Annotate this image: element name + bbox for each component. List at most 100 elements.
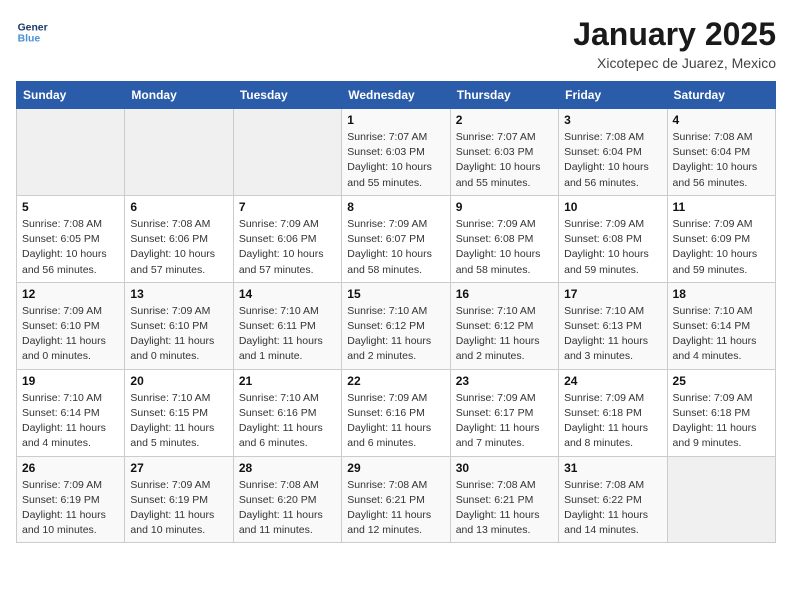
calendar-week-row: 26 Sunrise: 7:09 AM Sunset: 6:19 PM Dayli…: [17, 456, 776, 543]
calendar-cell: 20Sunrise: 7:10 AM Sunset: 6:15 PM Dayli…: [125, 369, 233, 456]
calendar-cell: 11 Sunrise: 7:09 AM Sunset: 6:09 PM Dayli…: [667, 195, 775, 282]
day-number: 22: [347, 374, 444, 388]
calendar-cell: 24Sunrise: 7:09 AM Sunset: 6:18 PM Dayli…: [559, 369, 667, 456]
calendar-week-row: 5 Sunrise: 7:08 AM Sunset: 6:05 PM Daylig…: [17, 195, 776, 282]
calendar-cell: 14 Sunrise: 7:10 AM Sunset: 6:11 PM Dayli…: [233, 282, 341, 369]
calendar-cell: 21 Sunrise: 7:10 AM Sunset: 6:16 PM Dayli…: [233, 369, 341, 456]
day-number: 4: [673, 113, 770, 127]
weekday-header: Tuesday: [233, 82, 341, 109]
day-number: 12: [22, 287, 119, 301]
day-number: 1: [347, 113, 444, 127]
day-info: Sunrise: 7:08 AM Sunset: 6:21 PM Dayligh…: [347, 478, 444, 539]
day-info: Sunrise: 7:08 AM Sunset: 6:20 PM Dayligh…: [239, 478, 336, 539]
calendar-cell: 6Sunrise: 7:08 AM Sunset: 6:06 PM Daylig…: [125, 195, 233, 282]
calendar-cell: 25Sunrise: 7:09 AM Sunset: 6:18 PM Dayli…: [667, 369, 775, 456]
day-number: 16: [456, 287, 553, 301]
calendar-cell: 29 Sunrise: 7:08 AM Sunset: 6:21 PM Dayli…: [342, 456, 450, 543]
day-info: Sunrise: 7:07 AM Sunset: 6:03 PM Dayligh…: [347, 130, 444, 191]
weekday-header: Sunday: [17, 82, 125, 109]
calendar-cell: 15 Sunrise: 7:10 AM Sunset: 6:12 PM Dayli…: [342, 282, 450, 369]
calendar-cell: 22 Sunrise: 7:09 AM Sunset: 6:16 PM Dayli…: [342, 369, 450, 456]
day-info: Sunrise: 7:08 AM Sunset: 6:04 PM Dayligh…: [564, 130, 661, 191]
calendar-week-row: 12 Sunrise: 7:09 AM Sunset: 6:10 PM Dayli…: [17, 282, 776, 369]
calendar-cell: 26 Sunrise: 7:09 AM Sunset: 6:19 PM Dayli…: [17, 456, 125, 543]
calendar-cell: 9Sunrise: 7:09 AM Sunset: 6:08 PM Daylig…: [450, 195, 558, 282]
day-number: 10: [564, 200, 661, 214]
day-number: 3: [564, 113, 661, 127]
day-info: Sunrise: 7:07 AM Sunset: 6:03 PM Dayligh…: [456, 130, 553, 191]
day-number: 31: [564, 461, 661, 475]
day-number: 5: [22, 200, 119, 214]
day-info: Sunrise: 7:10 AM Sunset: 6:16 PM Dayligh…: [239, 391, 336, 452]
day-info: Sunrise: 7:10 AM Sunset: 6:11 PM Dayligh…: [239, 304, 336, 365]
calendar-cell: 16Sunrise: 7:10 AM Sunset: 6:12 PM Dayli…: [450, 282, 558, 369]
weekday-header: Thursday: [450, 82, 558, 109]
day-info: Sunrise: 7:09 AM Sunset: 6:16 PM Dayligh…: [347, 391, 444, 452]
day-info: Sunrise: 7:10 AM Sunset: 6:13 PM Dayligh…: [564, 304, 661, 365]
day-number: 8: [347, 200, 444, 214]
calendar-cell: 18 Sunrise: 7:10 AM Sunset: 6:14 PM Dayli…: [667, 282, 775, 369]
weekday-header: Wednesday: [342, 82, 450, 109]
day-number: 6: [130, 200, 227, 214]
day-number: 15: [347, 287, 444, 301]
calendar-cell: 30 Sunrise: 7:08 AM Sunset: 6:21 PM Dayli…: [450, 456, 558, 543]
calendar-cell: 12 Sunrise: 7:09 AM Sunset: 6:10 PM Dayli…: [17, 282, 125, 369]
day-info: Sunrise: 7:09 AM Sunset: 6:17 PM Dayligh…: [456, 391, 553, 452]
day-info: Sunrise: 7:08 AM Sunset: 6:05 PM Dayligh…: [22, 217, 119, 278]
day-number: 11: [673, 200, 770, 214]
day-number: 30: [456, 461, 553, 475]
calendar-table: SundayMondayTuesdayWednesdayThursdayFrid…: [16, 81, 776, 543]
day-number: 23: [456, 374, 553, 388]
day-number: 25: [673, 374, 770, 388]
day-info: Sunrise: 7:10 AM Sunset: 6:12 PM Dayligh…: [347, 304, 444, 365]
calendar-cell: 4 Sunrise: 7:08 AM Sunset: 6:04 PM Daylig…: [667, 109, 775, 196]
day-number: 18: [673, 287, 770, 301]
day-info: Sunrise: 7:08 AM Sunset: 6:04 PM Dayligh…: [673, 130, 770, 191]
day-info: Sunrise: 7:08 AM Sunset: 6:22 PM Dayligh…: [564, 478, 661, 539]
day-number: 19: [22, 374, 119, 388]
calendar-title: January 2025: [573, 16, 776, 53]
day-number: 27: [130, 461, 227, 475]
day-info: Sunrise: 7:09 AM Sunset: 6:09 PM Dayligh…: [673, 217, 770, 278]
calendar-cell: [17, 109, 125, 196]
calendar-cell: 31 Sunrise: 7:08 AM Sunset: 6:22 PM Dayli…: [559, 456, 667, 543]
day-info: Sunrise: 7:09 AM Sunset: 6:07 PM Dayligh…: [347, 217, 444, 278]
calendar-cell: [667, 456, 775, 543]
weekday-header: Saturday: [667, 82, 775, 109]
calendar-cell: 19Sunrise: 7:10 AM Sunset: 6:14 PM Dayli…: [17, 369, 125, 456]
calendar-cell: 27 Sunrise: 7:09 AM Sunset: 6:19 PM Dayli…: [125, 456, 233, 543]
day-number: 24: [564, 374, 661, 388]
weekday-header: Friday: [559, 82, 667, 109]
calendar-cell: 8 Sunrise: 7:09 AM Sunset: 6:07 PM Daylig…: [342, 195, 450, 282]
day-info: Sunrise: 7:09 AM Sunset: 6:10 PM Dayligh…: [22, 304, 119, 365]
calendar-cell: 23 Sunrise: 7:09 AM Sunset: 6:17 PM Dayli…: [450, 369, 558, 456]
svg-text:General: General: [18, 22, 48, 33]
day-number: 17: [564, 287, 661, 301]
day-info: Sunrise: 7:09 AM Sunset: 6:06 PM Dayligh…: [239, 217, 336, 278]
calendar-week-row: 19Sunrise: 7:10 AM Sunset: 6:14 PM Dayli…: [17, 369, 776, 456]
day-info: Sunrise: 7:09 AM Sunset: 6:10 PM Dayligh…: [130, 304, 227, 365]
svg-text:Blue: Blue: [18, 34, 41, 45]
day-info: Sunrise: 7:08 AM Sunset: 6:21 PM Dayligh…: [456, 478, 553, 539]
calendar-cell: 7 Sunrise: 7:09 AM Sunset: 6:06 PM Daylig…: [233, 195, 341, 282]
calendar-cell: 1 Sunrise: 7:07 AM Sunset: 6:03 PM Daylig…: [342, 109, 450, 196]
day-number: 28: [239, 461, 336, 475]
day-info: Sunrise: 7:09 AM Sunset: 6:19 PM Dayligh…: [130, 478, 227, 539]
day-info: Sunrise: 7:10 AM Sunset: 6:14 PM Dayligh…: [673, 304, 770, 365]
day-number: 14: [239, 287, 336, 301]
calendar-cell: 10 Sunrise: 7:09 AM Sunset: 6:08 PM Dayli…: [559, 195, 667, 282]
weekday-header: Monday: [125, 82, 233, 109]
day-number: 7: [239, 200, 336, 214]
day-number: 29: [347, 461, 444, 475]
calendar-cell: 2 Sunrise: 7:07 AM Sunset: 6:03 PM Daylig…: [450, 109, 558, 196]
day-number: 2: [456, 113, 553, 127]
calendar-subtitle: Xicotepec de Juarez, Mexico: [573, 55, 776, 71]
day-info: Sunrise: 7:10 AM Sunset: 6:15 PM Dayligh…: [130, 391, 227, 452]
day-number: 26: [22, 461, 119, 475]
day-number: 21: [239, 374, 336, 388]
logo: General Blue: [16, 16, 48, 48]
day-info: Sunrise: 7:09 AM Sunset: 6:08 PM Dayligh…: [564, 217, 661, 278]
day-number: 13: [130, 287, 227, 301]
calendar-cell: [125, 109, 233, 196]
day-info: Sunrise: 7:09 AM Sunset: 6:19 PM Dayligh…: [22, 478, 119, 539]
